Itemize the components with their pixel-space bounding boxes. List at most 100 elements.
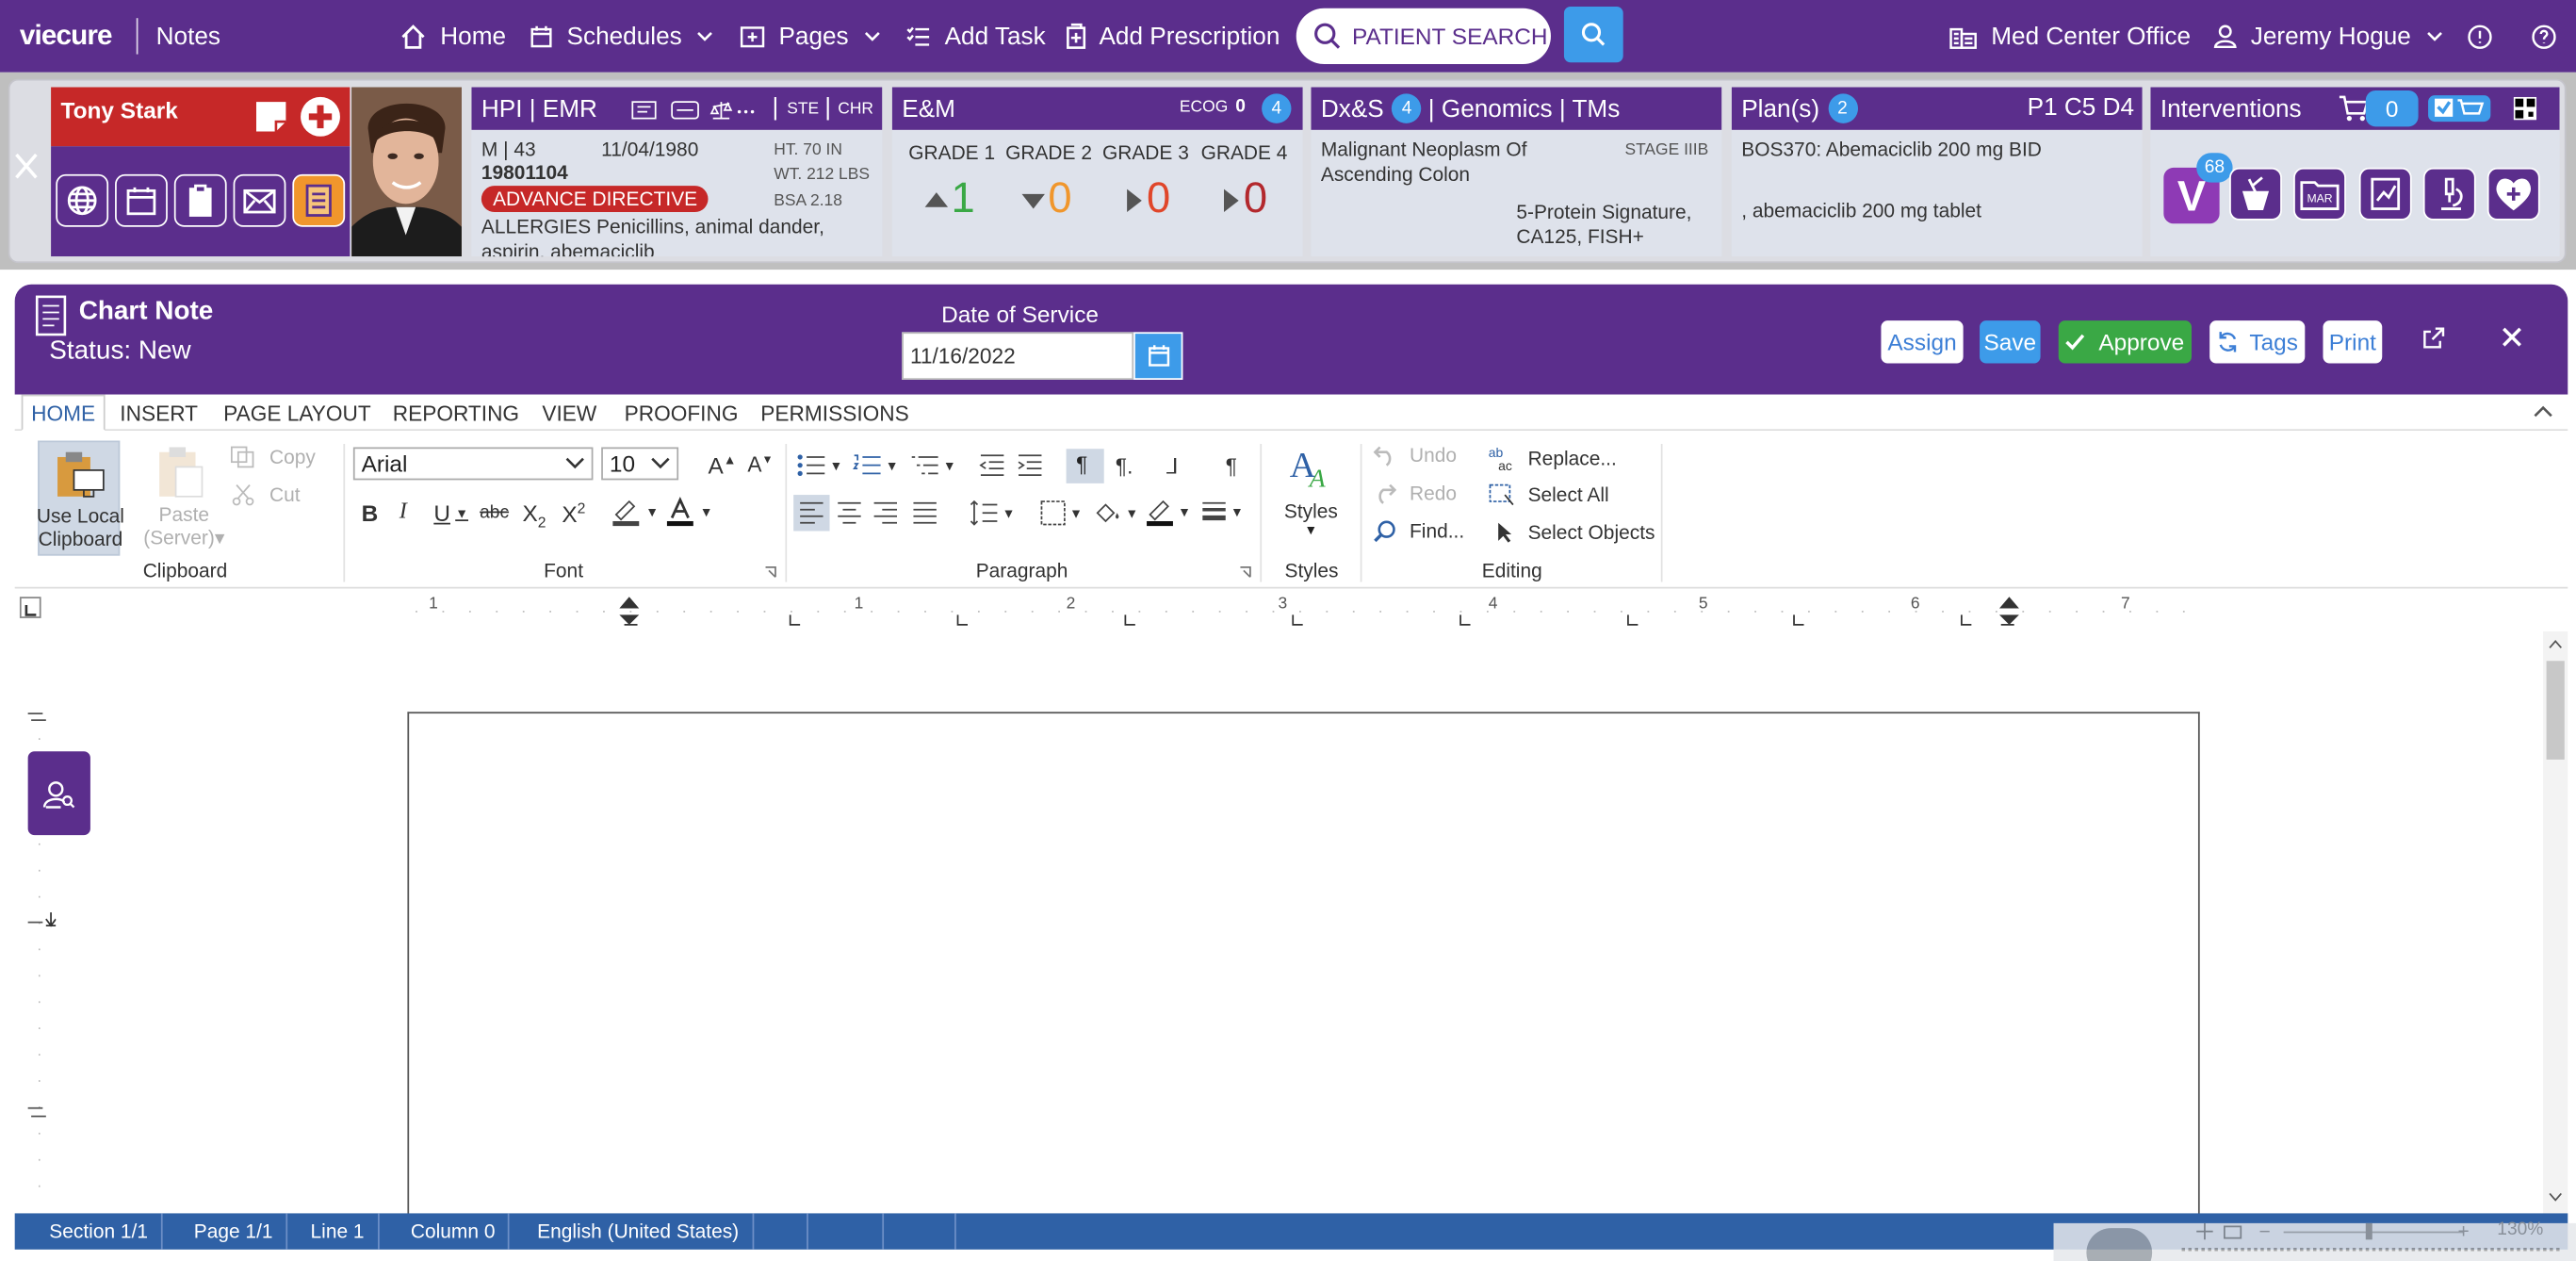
document-page[interactable] [407, 712, 2200, 1222]
multilevel-list-button[interactable]: ▼ [910, 453, 956, 476]
patient-search-field[interactable] [1351, 23, 1550, 50]
message-button[interactable] [233, 173, 286, 227]
sticky-note-icon[interactable] [253, 99, 289, 135]
cart-checked-icon[interactable] [2426, 93, 2492, 123]
font-name-select[interactable]: Arial [352, 447, 594, 481]
increase-indent-button[interactable] [1017, 453, 1043, 477]
notes-button[interactable] [292, 173, 346, 227]
nav-add-prescription[interactable]: Add Prescription [1067, 0, 1280, 73]
scroll-down-icon[interactable] [2548, 1192, 2563, 1202]
dialog-launcher-icon[interactable] [1239, 565, 1252, 579]
scroll-up-icon[interactable] [2548, 640, 2563, 649]
select-objects-button[interactable]: Select Objects [1495, 521, 1655, 544]
styles-button[interactable]: AA Styles ▼ [1277, 444, 1345, 552]
ste-tab[interactable]: STE [787, 100, 819, 118]
prescription-pad-icon[interactable] [631, 100, 658, 120]
bold-button[interactable]: B [362, 499, 379, 526]
pharmacy-button[interactable] [2229, 167, 2282, 221]
plan-title[interactable]: Plan(s) [1741, 94, 1819, 123]
tab-proofing[interactable]: PROOFING [616, 395, 746, 431]
hpi-title[interactable]: HPI | EMR [481, 94, 597, 123]
patient-name[interactable]: Tony Stark [61, 97, 178, 123]
tab-reporting[interactable]: REPORTING [384, 395, 528, 431]
lab-button[interactable] [2422, 167, 2476, 221]
interventions-title[interactable]: Interventions [2160, 94, 2302, 123]
chevron-up-icon[interactable] [2534, 404, 2553, 418]
user-menu[interactable]: Jeremy Hogue [2213, 0, 2444, 73]
grade-1-value[interactable]: 1 [952, 172, 975, 223]
grade-4-value[interactable]: 0 [1244, 172, 1267, 223]
close-icon[interactable] [2503, 327, 2522, 347]
subscript-button[interactable]: X2 [522, 499, 546, 531]
horizontal-ruler[interactable]: 1 1 2 3 4 5 6 7 [14, 592, 2568, 631]
office-selector[interactable]: Med Center Office [1948, 0, 2191, 73]
nav-schedules[interactable]: Schedules [529, 0, 714, 73]
show-formatting-button[interactable]: ¶ [1226, 453, 1237, 478]
info-button[interactable] [2468, 0, 2492, 73]
align-center-button[interactable] [837, 501, 863, 524]
view-toggle-button[interactable] [2086, 1228, 2153, 1261]
ltr-button[interactable]: ¶ [1066, 449, 1104, 483]
tags-button[interactable]: Tags [2209, 320, 2306, 364]
underline-button[interactable]: U ▼ [433, 499, 468, 526]
collapse-banner-button[interactable] [13, 151, 42, 184]
print-button[interactable]: Print [2323, 320, 2383, 364]
scroll-thumb[interactable] [2546, 661, 2565, 760]
italic-button[interactable]: I [399, 499, 407, 526]
genomics-title[interactable]: | Genomics | TMs [1428, 94, 1621, 123]
help-button[interactable] [2532, 0, 2556, 73]
tab-home[interactable]: HOME [21, 394, 106, 432]
use-local-clipboard-button[interactable]: Use Local Clipboard [37, 440, 124, 556]
grow-font-button[interactable]: A▲ [709, 452, 737, 479]
calendar-button[interactable] [115, 173, 168, 227]
medical-shield-icon[interactable] [299, 95, 341, 138]
borders-button[interactable]: ▼ [1040, 499, 1083, 526]
module-name[interactable]: Notes [156, 0, 220, 73]
save-button[interactable]: Save [1980, 320, 2041, 364]
zoom-in-icon[interactable]: + [2457, 1220, 2469, 1242]
grade-3-value[interactable]: 0 [1147, 172, 1170, 223]
search-button[interactable] [1563, 6, 1623, 63]
highlight-button[interactable]: ▼ [611, 497, 659, 527]
qr-code-icon[interactable] [2513, 96, 2537, 121]
scale-icon[interactable] [709, 99, 756, 122]
chr-tab[interactable]: CHR [838, 100, 873, 118]
font-color-button[interactable]: ▼ [665, 496, 713, 527]
date-of-service-input[interactable]: 11/16/2022 [902, 332, 1134, 380]
justify-button[interactable] [912, 501, 938, 524]
zoom-out-icon[interactable]: − [2258, 1220, 2270, 1242]
approve-button[interactable]: Approve [2058, 320, 2192, 364]
shading-button[interactable]: ▼ [1093, 499, 1138, 526]
care-button[interactable] [2486, 167, 2540, 221]
numbering-button[interactable]: ▼ [853, 453, 899, 476]
app-logo[interactable]: viecure [20, 0, 113, 73]
align-left-button[interactable] [793, 495, 830, 532]
replace-button[interactable]: ab ac Replace... [1489, 446, 1617, 472]
pen-weight-button[interactable]: ▼ [1201, 499, 1244, 522]
vertical-scrollbar[interactable] [2543, 630, 2568, 1214]
grade-2-value[interactable]: 0 [1048, 172, 1071, 223]
patient-search-input[interactable] [1296, 8, 1551, 65]
tab-stop-selector[interactable] [19, 597, 41, 618]
cut-button[interactable]: Cut [230, 483, 301, 506]
shrink-font-button[interactable]: A▼ [747, 452, 773, 477]
nav-pages[interactable]: Pages [740, 0, 882, 73]
dialog-launcher-icon[interactable] [764, 565, 777, 579]
status-language[interactable]: English (United States) [524, 1213, 754, 1250]
tab-page-layout[interactable]: PAGE LAYOUT [215, 395, 379, 431]
decrease-indent-button[interactable] [979, 453, 1005, 477]
assign-button[interactable]: Assign [1881, 320, 1964, 364]
zoom-slider[interactable] [2283, 1231, 2465, 1234]
globe-button[interactable] [56, 173, 109, 227]
strikethrough-button[interactable]: abc [480, 503, 509, 523]
undo-button[interactable]: Undo [1373, 444, 1457, 467]
dna-icon[interactable] [670, 100, 699, 120]
find-button[interactable]: Find... [1374, 519, 1464, 543]
advance-directive-badge[interactable]: ADVANCE DIRECTIVE [481, 186, 709, 213]
patient-context-button[interactable] [27, 751, 90, 836]
chart-button[interactable] [2358, 167, 2412, 221]
em-title[interactable]: E&M [902, 94, 955, 123]
tab-insert[interactable]: INSERT [112, 395, 206, 431]
nav-add-task[interactable]: Add Task [905, 0, 1046, 73]
cart-count[interactable]: 0 [2365, 90, 2419, 127]
